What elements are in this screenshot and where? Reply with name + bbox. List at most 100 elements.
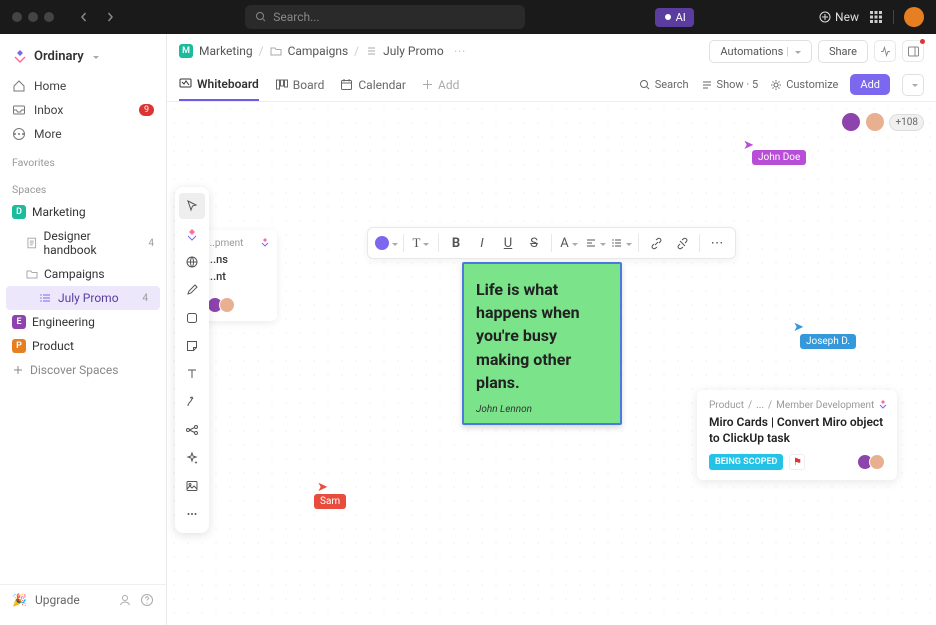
nav-home[interactable]: Home: [0, 74, 166, 98]
help-icon[interactable]: [140, 593, 154, 607]
inbox-badge: 9: [139, 104, 154, 116]
chevron-down-icon: [90, 49, 99, 64]
add-button[interactable]: Add: [850, 74, 890, 95]
tool-ai[interactable]: [179, 445, 205, 471]
show-icon: [701, 79, 713, 91]
automations-button[interactable]: Automations |: [709, 40, 812, 63]
window-dot[interactable]: [28, 12, 38, 22]
format-list[interactable]: [609, 231, 633, 255]
task-card[interactable]: ...pment ...ns ...nt: [197, 230, 277, 321]
inbox-icon: [12, 103, 26, 117]
nav-more[interactable]: More: [0, 122, 166, 146]
cursor-john: John Doe: [752, 150, 806, 165]
tool-more[interactable]: [179, 501, 205, 527]
tool-web[interactable]: [179, 249, 205, 275]
window-dot[interactable]: [12, 12, 22, 22]
space-icon: D: [12, 205, 26, 219]
tab-calendar[interactable]: Calendar: [340, 68, 406, 101]
main: M Marketing / Campaigns / July Promo ⋯ A…: [167, 34, 936, 625]
cursor-sam: Sam: [314, 494, 346, 509]
tool-text[interactable]: [179, 361, 205, 387]
list-july-promo[interactable]: July Promo 4: [6, 286, 160, 310]
add-dropdown[interactable]: [902, 74, 924, 96]
avatar-more[interactable]: +108: [889, 114, 924, 131]
new-button[interactable]: New: [819, 10, 859, 24]
collaborator-avatars: +108: [841, 112, 924, 132]
format-italic[interactable]: I: [470, 231, 494, 255]
space-product[interactable]: P Product: [0, 334, 166, 358]
space-engineering[interactable]: E Engineering: [0, 310, 166, 334]
format-underline[interactable]: U: [496, 231, 520, 255]
format-textcolor[interactable]: A: [557, 231, 581, 255]
space-icon: P: [12, 339, 26, 353]
avatar[interactable]: [841, 112, 861, 132]
sticky-author: John Lennon: [476, 404, 608, 415]
tool-shape[interactable]: [179, 305, 205, 331]
upgrade-icon: 🎉: [12, 593, 27, 607]
show-button[interactable]: Show · 5: [701, 78, 759, 91]
panel-icon[interactable]: [902, 40, 924, 62]
person-icon[interactable]: [118, 593, 132, 607]
tool-draw[interactable]: [179, 277, 205, 303]
format-strike[interactable]: S: [522, 231, 546, 255]
format-bold[interactable]: B: [444, 231, 468, 255]
search-input[interactable]: Search...: [245, 5, 525, 29]
list-icon: [40, 292, 52, 304]
workspace-switcher[interactable]: Ordinary: [0, 44, 166, 74]
plus-circle-icon: [819, 11, 831, 23]
tab-add[interactable]: Add: [422, 68, 459, 101]
whiteboard-icon: [179, 77, 192, 90]
color-dot-icon: [375, 236, 389, 250]
folder-campaigns[interactable]: Campaigns: [0, 262, 166, 286]
format-more[interactable]: ⋯: [705, 231, 729, 255]
sidebar: Ordinary Home Inbox 9 More Favorites Spa…: [0, 34, 167, 625]
cursor-icon: ➤: [317, 480, 328, 495]
tool-select[interactable]: [179, 193, 205, 219]
nav-inbox[interactable]: Inbox 9: [0, 98, 166, 122]
back-button[interactable]: [74, 7, 94, 27]
format-unlink[interactable]: [670, 231, 694, 255]
card-breadcrumb: Product/ .../ Member Development: [709, 400, 885, 411]
forward-button[interactable]: [100, 7, 120, 27]
tab-whiteboard[interactable]: Whiteboard: [179, 68, 259, 101]
spaces-label: Spaces: [0, 173, 166, 200]
customize-button[interactable]: Customize: [770, 78, 838, 91]
format-align[interactable]: [583, 231, 607, 255]
format-color[interactable]: [374, 231, 398, 255]
activity-icon[interactable]: [874, 40, 896, 62]
breadcrumb-july-promo[interactable]: July Promo: [383, 44, 444, 58]
breadcrumb-more[interactable]: ⋯: [454, 44, 466, 58]
breadcrumb-campaigns[interactable]: Campaigns: [288, 44, 349, 58]
avatar[interactable]: [865, 112, 885, 132]
folder-designer-handbook[interactable]: Designer handbook 4: [0, 224, 166, 262]
breadcrumb-marketing[interactable]: Marketing: [199, 44, 253, 58]
more-icon: [12, 127, 26, 141]
board-icon: [275, 78, 288, 91]
format-link[interactable]: [644, 231, 668, 255]
task-card-2[interactable]: Product/ .../ Member Development Miro Ca…: [697, 390, 897, 480]
space-marketing[interactable]: D Marketing: [0, 200, 166, 224]
sparkle-icon: [663, 12, 673, 22]
ai-button[interactable]: AI: [655, 8, 694, 27]
flag-icon[interactable]: ⚑: [789, 454, 805, 470]
tab-board[interactable]: Board: [275, 68, 325, 101]
tool-connector[interactable]: [179, 389, 205, 415]
folder-icon: [26, 268, 38, 280]
avatar[interactable]: [904, 7, 924, 27]
format-typography[interactable]: T: [409, 231, 433, 255]
avatar: [219, 297, 235, 313]
sticky-note[interactable]: Life is what happens when you're busy ma…: [462, 262, 622, 425]
tool-diagram[interactable]: [179, 417, 205, 443]
window-dot[interactable]: [44, 12, 54, 22]
apps-icon[interactable]: [869, 10, 883, 24]
tool-image[interactable]: [179, 473, 205, 499]
upgrade-button[interactable]: Upgrade: [35, 593, 80, 607]
share-button[interactable]: Share: [818, 40, 868, 63]
tool-sticky[interactable]: [179, 333, 205, 359]
plus-icon: [12, 364, 24, 376]
discover-spaces[interactable]: Discover Spaces: [0, 358, 166, 382]
search-button[interactable]: Search: [639, 78, 689, 91]
canvas[interactable]: +108 ...pment ...ns ...nt: [167, 102, 936, 625]
tool-task[interactable]: [179, 221, 205, 247]
folder-icon: [270, 45, 282, 57]
